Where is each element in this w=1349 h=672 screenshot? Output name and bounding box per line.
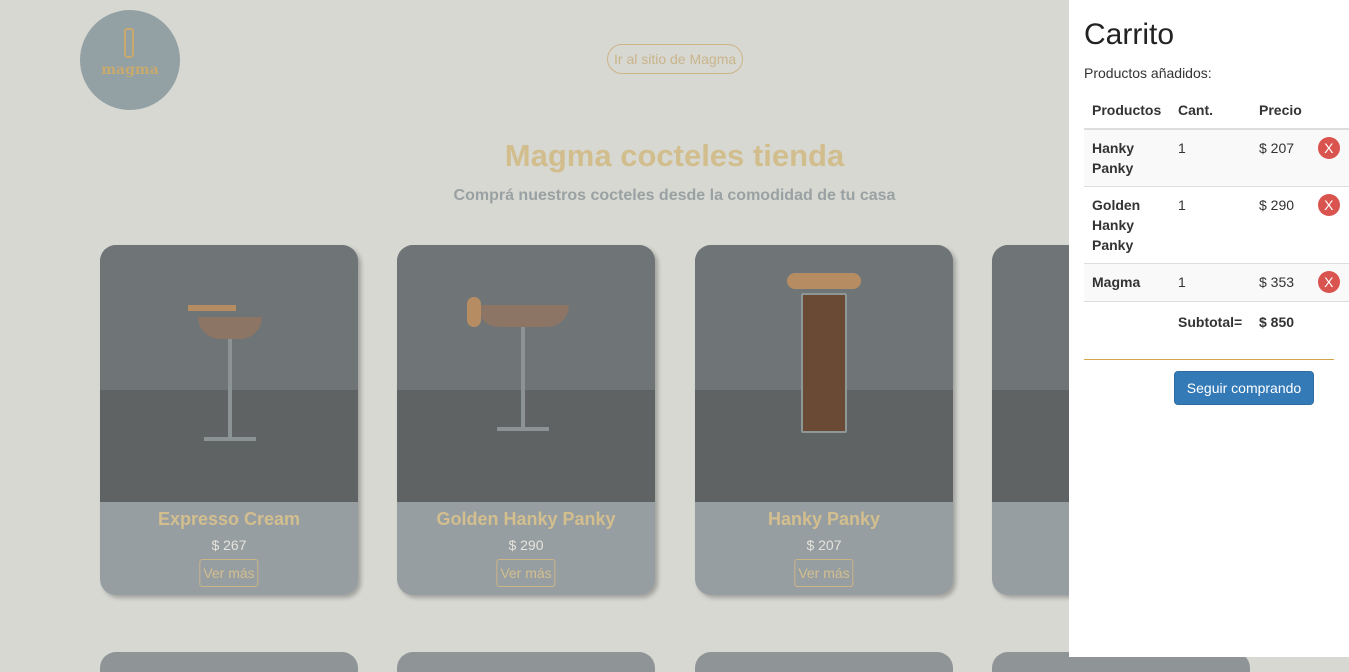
product-card: Expresso Cream $ 267 Ver más bbox=[100, 245, 358, 595]
cart-item-name: Hanky Panky bbox=[1084, 128, 1170, 187]
brand-logo[interactable]: magma bbox=[80, 10, 180, 110]
product-image bbox=[100, 245, 358, 502]
subtotal-value: $ 850 bbox=[1251, 301, 1310, 342]
cart-row: Magma 1 $ 353 X bbox=[1084, 263, 1349, 302]
cart-title: Carrito bbox=[1084, 18, 1175, 51]
subtotal-label: Subtotal= bbox=[1170, 301, 1251, 342]
subtotal-row: Subtotal= $ 850 bbox=[1084, 301, 1349, 342]
cart-item-qty: 1 bbox=[1170, 128, 1251, 187]
cart-table: Productos Cant. Precio Hanky Panky 1 $ 2… bbox=[1084, 92, 1349, 342]
product-price: $ 207 bbox=[806, 537, 842, 553]
bottle-icon bbox=[124, 28, 134, 58]
cart-row: Hanky Panky 1 $ 207 X bbox=[1084, 128, 1349, 187]
product-image bbox=[695, 245, 953, 502]
cart-item-qty: 1 bbox=[1170, 186, 1251, 264]
cart-item-qty: 1 bbox=[1170, 263, 1251, 302]
product-name: Expresso Cream bbox=[157, 509, 301, 529]
remove-item-button[interactable]: X bbox=[1317, 137, 1340, 159]
continue-shopping-button[interactable]: Seguir comprando bbox=[1174, 371, 1314, 405]
cart-item-price: $ 353 bbox=[1251, 263, 1310, 302]
product-name: Golden Hanky Panky bbox=[436, 509, 616, 529]
see-more-button[interactable]: Ver más bbox=[199, 559, 259, 587]
product-price: $ 290 bbox=[508, 537, 544, 553]
cart-row: Golden Hanky Panky 1 $ 290 X bbox=[1084, 186, 1349, 264]
product-name: Hanky Panky bbox=[767, 509, 881, 529]
see-more-button[interactable]: Ver más bbox=[496, 559, 556, 587]
product-card bbox=[695, 652, 953, 672]
cart-item-price: $ 207 bbox=[1251, 128, 1310, 187]
divider bbox=[1084, 359, 1334, 360]
column-header-quantity: Cant. bbox=[1170, 92, 1251, 130]
product-card bbox=[397, 652, 655, 672]
column-header-products: Productos bbox=[1084, 92, 1170, 130]
cart-item-name: Magma bbox=[1084, 263, 1170, 302]
product-price: $ 267 bbox=[211, 537, 247, 553]
logo-text: magma bbox=[101, 62, 159, 78]
cart-added-label: Productos añadidos: bbox=[1084, 65, 1212, 81]
product-card: Golden Hanky Panky $ 290 Ver más bbox=[397, 245, 655, 595]
product-card: Hanky Panky $ 207 Ver más bbox=[695, 245, 953, 595]
remove-item-button[interactable]: X bbox=[1317, 194, 1340, 216]
product-image bbox=[397, 245, 655, 502]
column-header-price: Precio bbox=[1251, 92, 1310, 130]
cart-panel: Carrito Productos añadidos: Productos Ca… bbox=[1069, 0, 1349, 657]
remove-item-button[interactable]: X bbox=[1317, 271, 1340, 293]
cart-item-price: $ 290 bbox=[1251, 186, 1310, 264]
cart-item-name: Golden Hanky Panky bbox=[1084, 186, 1170, 264]
site-link-button[interactable]: Ir al sitio de Magma bbox=[607, 44, 744, 74]
see-more-button[interactable]: Ver más bbox=[794, 559, 854, 587]
product-card bbox=[100, 652, 358, 672]
